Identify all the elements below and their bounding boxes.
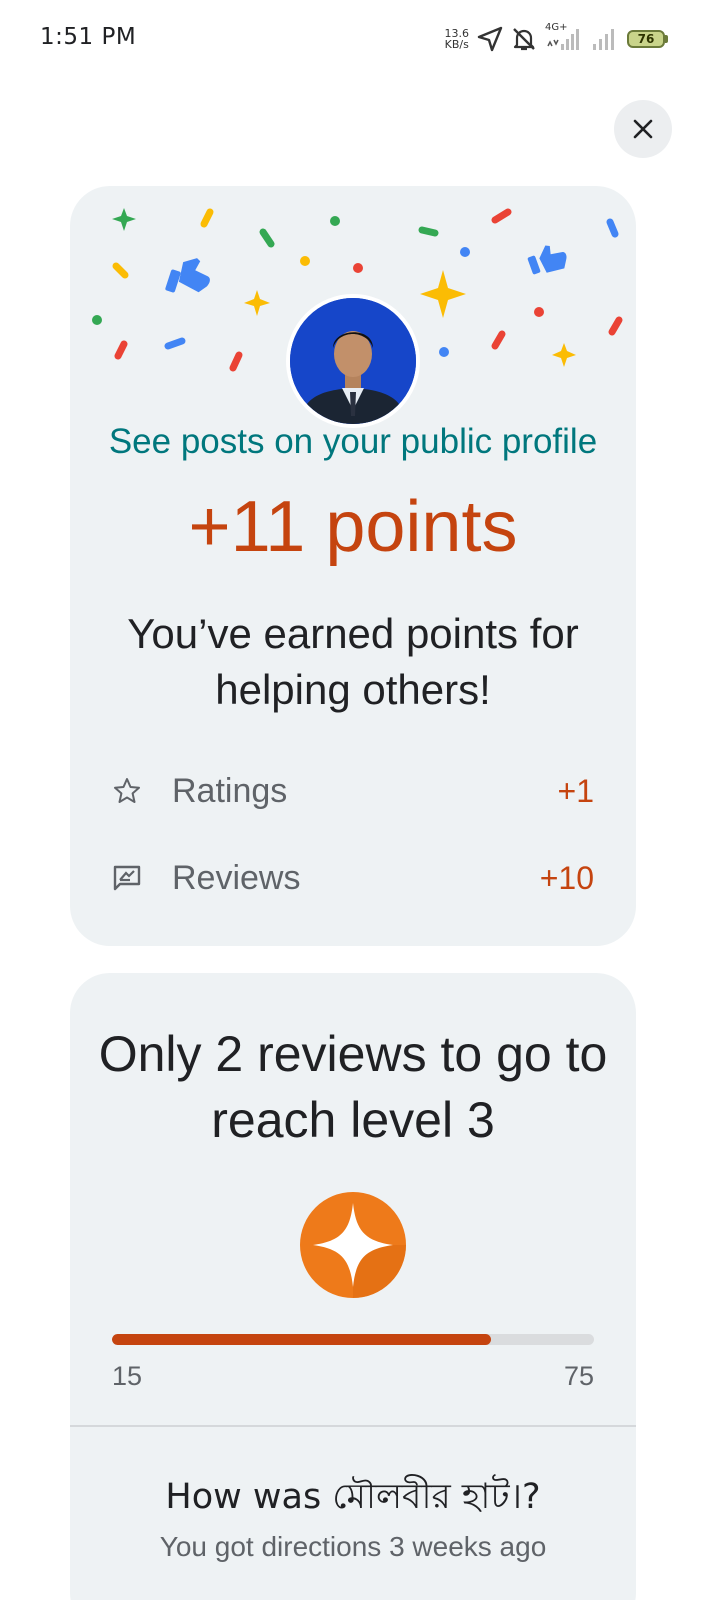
bell-off-icon xyxy=(511,26,537,52)
status-bar: 1:51 PM 13.6 KB/s 4G+ 76 xyxy=(0,0,720,78)
navigation-arrow-icon xyxy=(477,26,503,52)
ratings-row: Ratings +1 xyxy=(112,766,594,816)
level-headline: Only 2 reviews to go to reach level 3 xyxy=(98,1026,608,1148)
points-total: +11 points xyxy=(188,487,518,567)
level-progress-fill xyxy=(112,1334,492,1345)
reviews-points: +10 xyxy=(539,859,594,896)
net-speed-unit: KB/s xyxy=(444,38,469,51)
points-card: See posts on your public profile +11 poi… xyxy=(70,186,636,946)
ratings-points: +1 xyxy=(557,772,594,809)
place-subtitle: You got directions 3 weeks ago xyxy=(159,1531,547,1562)
signal-icon: 4G+ xyxy=(545,22,581,52)
reviews-label: Reviews xyxy=(172,858,301,897)
battery-icon: 76 xyxy=(627,30,668,48)
status-icons: 13.6 KB/s 4G+ 76 xyxy=(445,22,668,56)
avatar[interactable] xyxy=(286,294,420,428)
divider xyxy=(70,1425,636,1427)
public-profile-link[interactable]: See posts on your public profile xyxy=(70,422,636,462)
signal-icon xyxy=(589,26,619,52)
place-question: How was মৌলবীর হাট।? xyxy=(165,1477,541,1517)
close-icon xyxy=(633,119,653,139)
battery-level: 76 xyxy=(627,30,665,48)
star-outline-icon xyxy=(112,776,172,806)
net-speed: 13.6 KB/s xyxy=(445,28,470,50)
level-card: Only 2 reviews to go to reach level 3 15… xyxy=(70,973,636,1600)
progress-max-label: 75 xyxy=(563,1361,594,1391)
local-guide-star-icon xyxy=(299,1191,407,1299)
ratings-label: Ratings xyxy=(172,771,288,810)
close-button[interactable] xyxy=(614,100,672,158)
progress-min-label: 15 xyxy=(112,1361,143,1391)
network-type: 4G+ xyxy=(545,22,568,33)
review-icon xyxy=(112,863,172,893)
reviews-row: Reviews +10 xyxy=(112,853,594,903)
status-time: 1:51 PM xyxy=(40,24,137,50)
earned-message: You’ve earned points for helping others! xyxy=(127,610,579,713)
level-progress-bar xyxy=(112,1334,594,1345)
profile-photo xyxy=(290,298,416,424)
